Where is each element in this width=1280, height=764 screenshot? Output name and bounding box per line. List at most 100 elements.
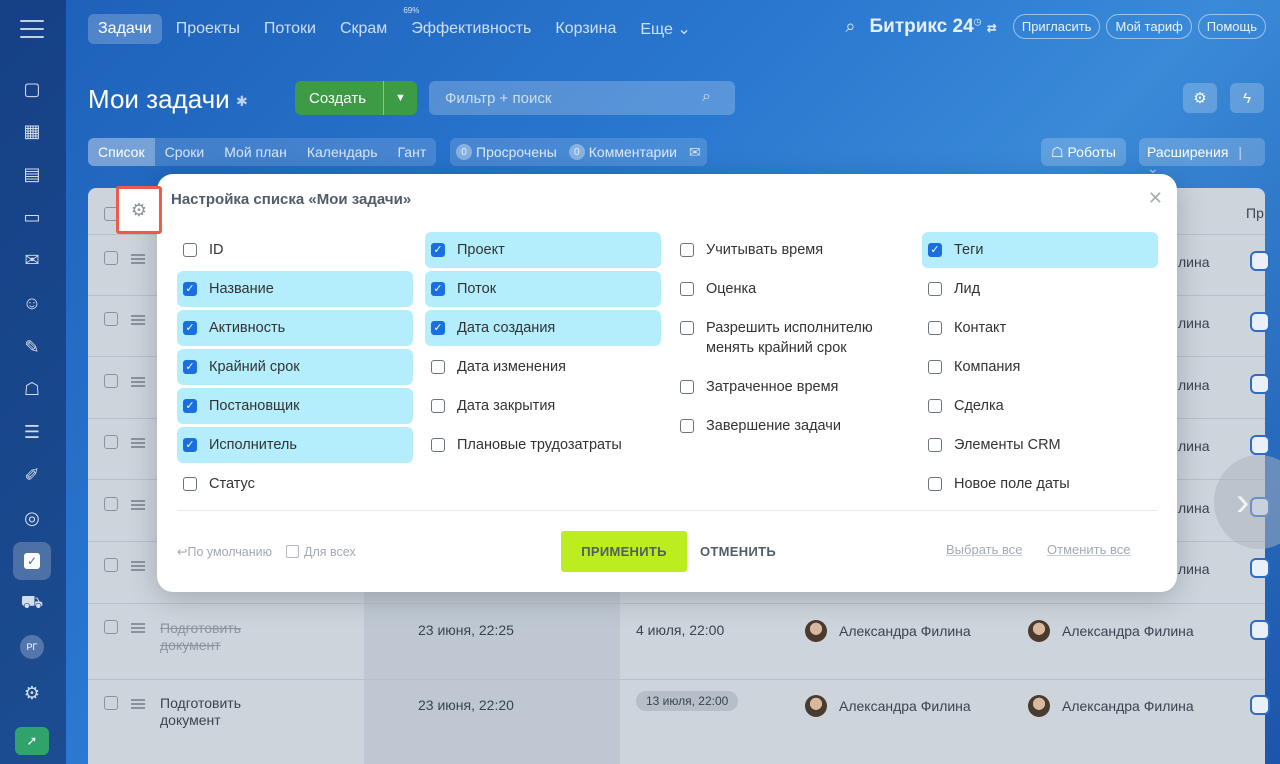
row-checkbox[interactable]: [104, 312, 118, 326]
checkbox-unchecked[interactable]: [680, 419, 694, 433]
drag-handle-icon[interactable]: [131, 315, 145, 325]
nav-flows[interactable]: Потоки: [254, 14, 326, 44]
pin-icon[interactable]: ✱: [236, 93, 248, 110]
settings-gear-highlight[interactable]: ⚙: [116, 186, 162, 234]
overdue-counter[interactable]: 0 Просрочены: [456, 144, 557, 160]
gear-icon[interactable]: ⚙: [131, 200, 147, 221]
row-checkbox[interactable]: [104, 251, 118, 265]
checkbox-checked[interactable]: ✓: [431, 282, 445, 296]
task-title-link[interactable]: Подготовить документ: [160, 695, 280, 729]
drag-handle-icon[interactable]: [131, 623, 145, 633]
tab-gantt[interactable]: Гант: [388, 138, 437, 166]
checkbox-unchecked[interactable]: [431, 399, 445, 413]
row-action-icon[interactable]: [1250, 435, 1270, 455]
document-icon[interactable]: ▤: [13, 155, 51, 193]
column-option[interactable]: Дата изменения: [425, 349, 661, 385]
drag-handle-icon[interactable]: [131, 561, 145, 571]
tasks-icon[interactable]: ✓: [13, 542, 51, 580]
drag-handle-icon[interactable]: [131, 699, 145, 709]
settings-gear-button[interactable]: ⚙: [1183, 83, 1217, 113]
checkbox-unchecked[interactable]: [928, 321, 942, 335]
column-option[interactable]: Учитывать время: [674, 232, 910, 268]
column-option[interactable]: Плановые трудозатраты: [425, 427, 661, 463]
checkbox-unchecked[interactable]: [431, 360, 445, 374]
mail-icon[interactable]: ✉: [13, 241, 51, 279]
checkbox-unchecked[interactable]: [928, 282, 942, 296]
create-button[interactable]: Создать ▼: [295, 81, 417, 115]
checkbox-checked[interactable]: ✓: [928, 243, 942, 257]
comments-counter[interactable]: 0 Комментарии: [568, 144, 677, 160]
column-option[interactable]: Завершение задачи: [674, 408, 910, 444]
for-all-checkbox[interactable]: [286, 545, 300, 558]
chat-bubble-icon[interactable]: ✉: [689, 144, 701, 161]
nav-projects[interactable]: Проекты: [166, 14, 250, 44]
checkbox-unchecked[interactable]: [680, 380, 694, 394]
column-option[interactable]: ✓ Название: [177, 271, 413, 307]
row-action-icon[interactable]: [1250, 374, 1270, 394]
checkbox-checked[interactable]: ✓: [183, 321, 197, 335]
nav-scrum[interactable]: Скрам: [330, 14, 397, 44]
settings-icon[interactable]: ⚙: [13, 674, 51, 712]
drive-icon[interactable]: ▭: [13, 198, 51, 236]
menu-icon[interactable]: [20, 20, 44, 38]
help-button[interactable]: Помощь: [1197, 14, 1266, 39]
column-option[interactable]: Компания: [922, 349, 1158, 385]
deadline-tag[interactable]: 13 июля, 22:00: [636, 691, 739, 711]
row-action-icon[interactable]: [1250, 558, 1270, 578]
lightning-button[interactable]: ϟ: [1230, 83, 1264, 113]
drag-handle-icon[interactable]: [131, 377, 145, 387]
creator-person[interactable]: Александра Филина: [1028, 695, 1194, 717]
apply-button[interactable]: ПРИМЕНИТЬ: [561, 531, 687, 572]
checkbox-unchecked[interactable]: [928, 360, 942, 374]
checkbox-unchecked[interactable]: [680, 321, 694, 335]
checkbox-checked[interactable]: ✓: [183, 360, 197, 374]
checkbox-unchecked[interactable]: [928, 477, 942, 491]
nav-trash[interactable]: Корзина: [545, 14, 626, 44]
drag-handle-icon[interactable]: [131, 438, 145, 448]
row-checkbox[interactable]: [104, 620, 118, 634]
column-option[interactable]: Разрешить исполнителю менять крайний сро…: [674, 310, 910, 366]
checkbox-checked[interactable]: ✓: [431, 321, 445, 335]
nav-tasks[interactable]: Задачи: [88, 14, 162, 44]
nav-more[interactable]: Еще ⌄: [630, 13, 700, 45]
row-checkbox[interactable]: [104, 558, 118, 572]
cancel-button[interactable]: ОТМЕНИТЬ: [700, 544, 776, 559]
checkbox-unchecked[interactable]: [928, 438, 942, 452]
row-checkbox[interactable]: [104, 374, 118, 388]
deselect-all-link[interactable]: Отменить все: [1047, 542, 1131, 557]
calendar-icon[interactable]: ▦: [13, 112, 51, 150]
groups-icon[interactable]: ☺: [13, 284, 51, 322]
task-title-link[interactable]: Подготовить документ: [160, 620, 280, 654]
row-action-icon[interactable]: [1250, 695, 1270, 715]
robot-icon[interactable]: ☖: [13, 370, 51, 408]
responsible-person[interactable]: Александра Филина: [805, 620, 971, 642]
edit-doc-icon[interactable]: ✐: [13, 456, 51, 494]
row-checkbox[interactable]: [104, 497, 118, 511]
row-action-icon[interactable]: [1250, 620, 1270, 640]
checkbox-checked[interactable]: ✓: [431, 243, 445, 257]
sign-icon[interactable]: ✎: [13, 328, 51, 366]
close-icon[interactable]: ✕: [1148, 188, 1163, 209]
column-option[interactable]: Лид: [922, 271, 1158, 307]
column-option[interactable]: Новое поле даты: [922, 466, 1158, 502]
checkbox-unchecked[interactable]: [183, 477, 197, 491]
robots-button[interactable]: ☖ Роботы: [1041, 138, 1126, 166]
column-option[interactable]: Дата закрытия: [425, 388, 661, 424]
column-option[interactable]: Элементы CRM: [922, 427, 1158, 463]
filter-search-input[interactable]: [429, 81, 735, 115]
checkbox-unchecked[interactable]: [183, 243, 197, 257]
tab-calendar[interactable]: Календарь: [297, 138, 388, 166]
drag-handle-icon[interactable]: [131, 254, 145, 264]
column-option[interactable]: Контакт: [922, 310, 1158, 346]
rocket-icon[interactable]: ➚: [13, 722, 51, 760]
target-icon[interactable]: ◎: [13, 499, 51, 537]
column-option[interactable]: ✓ Поток: [425, 271, 661, 307]
checkbox-checked[interactable]: ✓: [183, 282, 197, 296]
nav-efficiency[interactable]: 69% Эффективность: [401, 6, 541, 44]
tab-my-plan[interactable]: Мой план: [214, 138, 297, 166]
cart-icon[interactable]: ⛟: [13, 585, 51, 623]
checkbox-unchecked[interactable]: [680, 282, 694, 296]
column-option[interactable]: Сделка: [922, 388, 1158, 424]
column-option[interactable]: ID: [177, 232, 413, 268]
sliders-icon[interactable]: ⇄: [987, 21, 997, 35]
